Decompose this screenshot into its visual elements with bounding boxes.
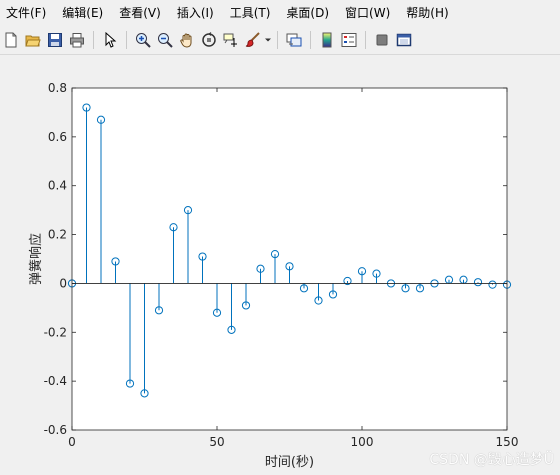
toolbar-separator — [310, 31, 311, 49]
menu-edit[interactable]: 编辑(E) — [54, 2, 111, 24]
x-tick-label: 150 — [496, 435, 519, 449]
hide-plot-tools-icon[interactable] — [372, 30, 392, 50]
zoom-in-icon[interactable] — [133, 30, 153, 50]
print-icon[interactable] — [67, 30, 87, 50]
x-tick-label: 50 — [209, 435, 224, 449]
menu-help[interactable]: 帮助(H) — [398, 2, 456, 24]
menu-tools[interactable]: 工具(T) — [222, 2, 279, 24]
toolbar-separator — [365, 31, 366, 49]
brush-icon[interactable] — [243, 30, 263, 50]
rotate-3d-icon[interactable] — [199, 30, 219, 50]
pan-icon[interactable] — [177, 30, 197, 50]
stem-plot: 0 50 100 150 -0.6 -0.4 -0.2 0 0.2 0.4 0.6 0.8 时间(秒)… — [28, 81, 519, 470]
y-tick-label: 0.2 — [48, 228, 67, 242]
y-tick-label: 0 — [59, 276, 67, 290]
axes-background — [72, 88, 507, 430]
menu-view[interactable]: 查看(V) — [111, 2, 169, 24]
pointer-icon[interactable] — [100, 30, 120, 50]
menu-window[interactable]: 窗口(W) — [337, 2, 398, 24]
save-icon[interactable] — [45, 30, 65, 50]
x-tick-label: 0 — [68, 435, 76, 449]
new-file-icon[interactable] — [1, 30, 21, 50]
menu-bar: 文件(F) 编辑(E) 查看(V) 插入(I) 工具(T) 桌面(D) 窗口(W… — [0, 0, 560, 26]
legend-icon[interactable] — [339, 30, 359, 50]
zoom-out-icon[interactable] — [155, 30, 175, 50]
y-axis-label: 弹簧响应 — [28, 233, 44, 285]
y-tick-label: -0.2 — [44, 325, 67, 339]
y-tick-label: 0.4 — [48, 179, 67, 193]
show-plot-tools-icon[interactable] — [394, 30, 414, 50]
link-plot-icon[interactable] — [284, 30, 304, 50]
toolbar-separator — [93, 31, 94, 49]
toolbar-separator — [277, 31, 278, 49]
y-tick-label: 0.6 — [48, 130, 67, 144]
menu-desktop[interactable]: 桌面(D) — [278, 2, 337, 24]
y-tick-label: -0.6 — [44, 423, 67, 437]
toolbar-separator — [126, 31, 127, 49]
data-cursor-icon[interactable] — [221, 30, 241, 50]
open-folder-icon[interactable] — [23, 30, 43, 50]
colorbar-icon[interactable] — [317, 30, 337, 50]
figure-toolbar — [0, 26, 560, 55]
watermark-text: CSDN @毁心造梦Ü — [429, 452, 554, 468]
y-tick-label: 0.8 — [48, 81, 67, 95]
menu-file[interactable]: 文件(F) — [0, 2, 54, 24]
chevron-down-icon[interactable] — [264, 30, 272, 50]
y-tick-label: -0.4 — [44, 374, 67, 388]
figure-canvas: 0 50 100 150 -0.6 -0.4 -0.2 0 0.2 0.4 0.6 0.8 时间(秒)… — [0, 55, 560, 475]
x-tick-label: 100 — [351, 435, 374, 449]
menu-insert[interactable]: 插入(I) — [169, 2, 222, 24]
x-axis-label: 时间(秒) — [265, 455, 314, 470]
